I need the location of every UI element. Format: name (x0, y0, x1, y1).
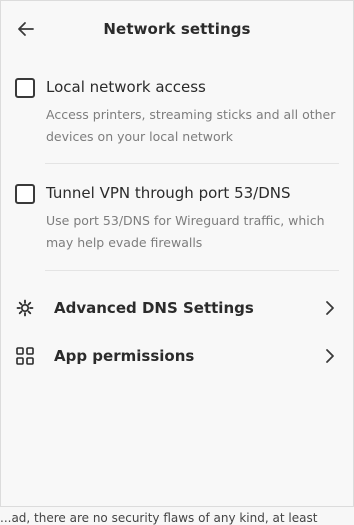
local-network-checkbox[interactable] (15, 78, 35, 98)
tunnel-vpn-checkbox[interactable] (15, 184, 35, 204)
app-permissions-row[interactable]: App permissions (1, 336, 353, 376)
page-title: Network settings (103, 20, 251, 38)
option-description: Access printers, streaming sticks and al… (46, 107, 336, 144)
background-page-text: ...ad, there are no security flaws of an… (0, 507, 354, 525)
advanced-dns-settings-row[interactable]: Advanced DNS Settings (1, 288, 353, 328)
option-local-network-access: Local network access Access printers, st… (15, 78, 339, 148)
divider (45, 270, 339, 271)
option-label: Tunnel VPN through port 53/DNS (46, 184, 291, 202)
header: Network settings (1, 1, 353, 59)
chevron-right-icon (326, 349, 334, 363)
nav-label: App permissions (54, 347, 195, 365)
option-tunnel-vpn-dns: Tunnel VPN through port 53/DNS Use port … (15, 184, 339, 254)
grid-icon (16, 347, 34, 365)
divider (45, 163, 339, 164)
gear-icon (16, 299, 34, 317)
background-text: ...ad, there are no security flaws of an… (0, 511, 318, 525)
option-label: Local network access (46, 78, 206, 96)
option-description: Use port 53/DNS for Wireguard traffic, w… (46, 213, 325, 250)
network-settings-panel: Network settings Local network access Ac… (0, 0, 354, 507)
chevron-right-icon (326, 301, 334, 315)
nav-label: Advanced DNS Settings (54, 299, 254, 317)
